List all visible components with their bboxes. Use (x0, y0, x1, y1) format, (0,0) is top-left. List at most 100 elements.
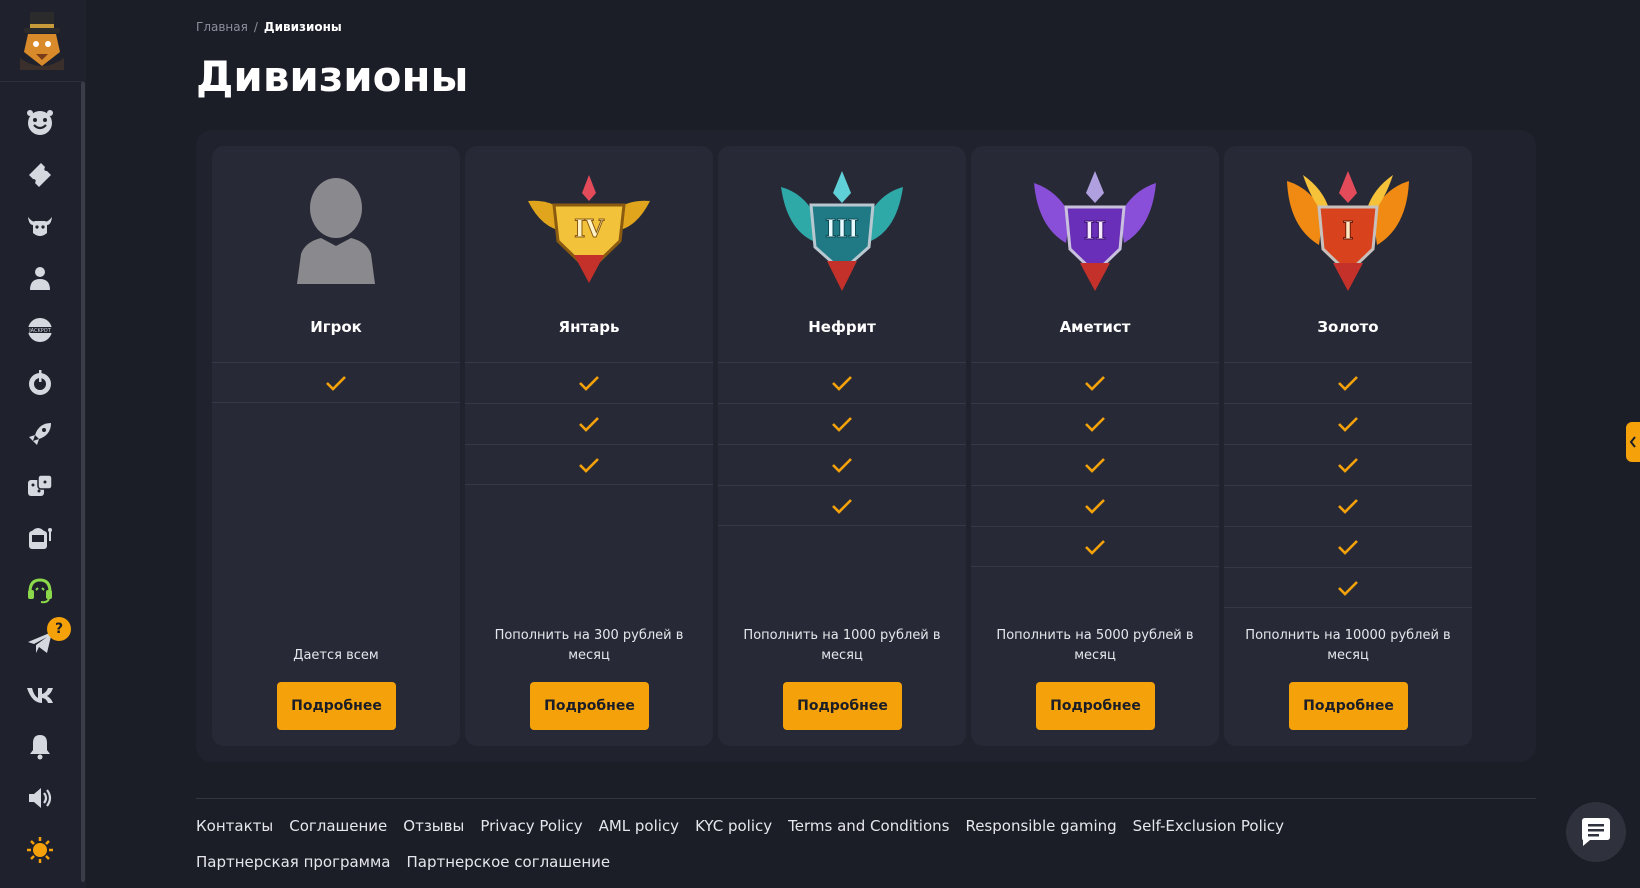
sidebar-item-user[interactable] (0, 252, 80, 304)
division-feature-rows (971, 362, 1219, 567)
check-icon (832, 376, 852, 391)
footer-link-privacy[interactable]: Privacy Policy (480, 816, 582, 836)
sidebar-item-support[interactable] (0, 564, 80, 616)
footer-link-aml[interactable]: AML policy (599, 816, 680, 836)
feature-row (465, 403, 713, 444)
svg-text:II: II (1084, 216, 1106, 245)
footer-link-reviews[interactable]: Отзывы (403, 816, 464, 836)
feature-row (718, 485, 966, 526)
logo[interactable] (0, 0, 84, 82)
help-badge: ? (47, 617, 71, 641)
footer-divider (196, 798, 1536, 799)
feature-row (971, 362, 1219, 403)
feature-row (718, 403, 966, 444)
division-name: Нефрит (808, 318, 876, 336)
sidebar-nav: JACKPOT ? (0, 96, 80, 876)
chat-button[interactable] (1566, 802, 1626, 862)
details-button[interactable]: Подробнее (1036, 682, 1155, 730)
feature-row (971, 485, 1219, 526)
division-feature-rows (212, 362, 460, 403)
page-title: Дивизионы (196, 52, 469, 101)
bell-icon (30, 735, 50, 760)
sidebar-item-bull[interactable] (0, 200, 80, 252)
check-icon (1085, 499, 1105, 514)
bull-icon (28, 217, 52, 236)
division-badge: I (1224, 166, 1472, 296)
svg-text:JACKPOT: JACKPOT (28, 328, 51, 334)
feature-row (718, 444, 966, 485)
check-icon (326, 375, 346, 391)
amber-rank-icon: IV (528, 175, 650, 283)
check-icon (1338, 580, 1358, 596)
feature-row (971, 403, 1219, 444)
gold-rank-icon: I (1287, 171, 1409, 291)
footer-link-partner-agreement[interactable]: Партнерское соглашение (407, 852, 611, 872)
division-requirement: Пополнить на 300 рублей в месяц (494, 628, 684, 663)
player-avatar-icon (297, 178, 375, 284)
footer-link-partner-program[interactable]: Партнерская программа (196, 852, 391, 872)
rocket-icon (29, 423, 51, 445)
details-button[interactable]: Подробнее (783, 682, 902, 730)
sidebar-scrollbar[interactable] (81, 82, 85, 882)
sidebar-item-telegram[interactable]: ? (0, 616, 80, 668)
division-name: Игрок (310, 318, 362, 336)
footer-link-contacts[interactable]: Контакты (196, 816, 273, 836)
check-icon (1338, 499, 1358, 514)
check-icon (579, 457, 599, 473)
breadcrumb-separator: / (253, 20, 258, 34)
footer-link-agreement[interactable]: Соглашение (289, 816, 387, 836)
feature-row (1224, 444, 1472, 485)
division-badge: IV (465, 166, 713, 296)
sidebar-item-smile[interactable] (0, 96, 80, 148)
footer-link-kyc[interactable]: KYC policy (695, 816, 772, 836)
check-icon (1085, 376, 1105, 391)
side-panel-toggle[interactable] (1626, 422, 1640, 462)
sidebar-item-ticket[interactable] (0, 148, 80, 200)
check-icon (1085, 458, 1105, 473)
slot-icon (29, 528, 52, 549)
sidebar-item-slot[interactable] (0, 512, 80, 564)
footer-link-self-exclusion[interactable]: Self-Exclusion Policy (1133, 816, 1284, 836)
feature-row (718, 362, 966, 403)
division-card-gold: I Золото Пополнить на 10000 рублей в мес… (1224, 146, 1472, 746)
feature-row (971, 444, 1219, 485)
dice-icon (28, 474, 53, 496)
sidebar-item-vk[interactable] (0, 668, 80, 720)
sidebar-item-theme[interactable] (0, 824, 80, 876)
feature-row (465, 362, 713, 403)
sidebar-item-sound[interactable] (0, 772, 80, 824)
check-icon (1338, 417, 1358, 432)
division-card-player: Игрок Дается всем Подробнее (212, 146, 460, 746)
check-icon (579, 376, 599, 391)
chevron-left-icon (1629, 436, 1636, 448)
crash-icon (29, 370, 51, 395)
details-button[interactable]: Подробнее (277, 682, 396, 730)
sidebar-item-dice[interactable] (0, 460, 80, 512)
division-card-amber: IV Янтарь Пополнить на 300 рублей в меся… (465, 146, 713, 746)
division-feature-rows (465, 362, 713, 485)
sidebar-item-bell[interactable] (0, 720, 80, 772)
footer-link-terms[interactable]: Terms and Conditions (788, 816, 949, 836)
division-name: Золото (1317, 318, 1379, 336)
user-icon (30, 267, 50, 290)
sound-icon (29, 788, 52, 808)
amethyst-rank-icon: II (1034, 171, 1156, 291)
feature-row (1224, 362, 1472, 403)
breadcrumb-home[interactable]: Главная (196, 20, 248, 34)
division-name: Янтарь (558, 318, 620, 336)
division-requirement: Пополнить на 5000 рублей в месяц (996, 628, 1194, 663)
footer-link-responsible-gaming[interactable]: Responsible gaming (965, 816, 1116, 836)
details-button[interactable]: Подробнее (530, 682, 649, 730)
check-icon (832, 498, 852, 514)
sidebar-item-rocket[interactable] (0, 408, 80, 460)
svg-text:I: I (1342, 216, 1353, 245)
svg-text:III: III (825, 214, 859, 243)
feature-row (1224, 567, 1472, 608)
division-card-amethyst: II Аметист Пополнить на 5000 рублей в ме… (971, 146, 1219, 746)
sidebar-item-crash[interactable] (0, 356, 80, 408)
sidebar-item-jackpot[interactable]: JACKPOT (0, 304, 80, 356)
check-icon (1338, 376, 1358, 391)
feature-row (971, 526, 1219, 567)
check-icon (832, 417, 852, 432)
details-button[interactable]: Подробнее (1289, 682, 1408, 730)
